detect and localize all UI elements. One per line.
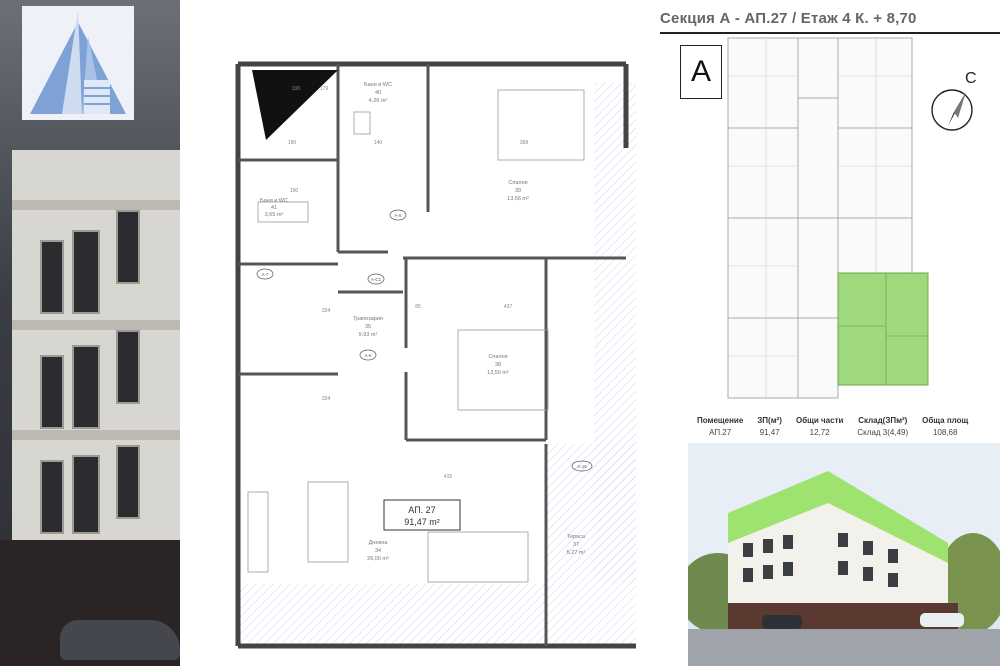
room-code: 39: [515, 188, 521, 194]
building-render: [688, 443, 1000, 666]
door-tag: A-6: [364, 353, 372, 358]
header-underline: [660, 32, 1000, 34]
dimension-label: 190: [292, 86, 301, 92]
room-name: Трапезария: [353, 316, 383, 322]
room-area: 26,00 m²: [367, 556, 389, 562]
car: [60, 620, 180, 660]
room-name: Баня и WC: [364, 82, 392, 88]
page-title: Секция А - АП.27 / Етаж 4 К. + 8,70: [660, 10, 917, 27]
dimension-label: 368: [520, 140, 529, 146]
room-area: 9,93 m²: [359, 332, 378, 338]
table-header: Склад(ЗПм²): [858, 416, 908, 425]
loggia-hatch: [546, 444, 636, 584]
room-area: 13,50 m²: [487, 370, 509, 376]
room-area: 4,26 m²: [369, 98, 388, 104]
window: [116, 445, 140, 519]
table-header: Помещение: [697, 416, 744, 425]
table-header: Общи части: [795, 416, 844, 425]
window: [40, 240, 64, 314]
table-header: ЗП(м²): [757, 416, 782, 425]
table-cell: 108,68: [932, 428, 958, 437]
door-tag: A-7: [261, 272, 269, 277]
dimension-label: 190: [288, 140, 297, 146]
window: [72, 345, 100, 429]
table-cell: АП.27: [709, 428, 732, 437]
dimension-label: 415: [444, 474, 453, 480]
dimension-label: 190: [290, 188, 299, 194]
room-name: Спалня: [488, 354, 507, 360]
floor-plan: Баня и WC 40 4,26 m² Баня и WC 41 3,65 m…: [235, 61, 636, 649]
room-area: 13,56 m²: [507, 196, 529, 202]
highlighted-apartment: [837, 272, 929, 386]
key-plan: [727, 37, 929, 399]
table-row: АП.27 91,47 12,72 Склад 3(4,49) 108,68: [690, 427, 975, 438]
window: [40, 355, 64, 429]
facade-band: [12, 200, 180, 210]
north-arrow-icon: [931, 89, 973, 131]
dimension-label: 179: [320, 86, 329, 92]
door-tag: A-15: [577, 464, 587, 469]
section-badge: A: [680, 45, 722, 99]
room-code: 34: [375, 548, 381, 554]
apartment-area: 91,47 m²: [404, 517, 440, 527]
window: [116, 330, 140, 404]
dimension-label: 85: [415, 304, 421, 310]
company-logo: [22, 6, 134, 120]
dimension-label: 437: [504, 304, 513, 310]
page-header: Секция А - АП.27 / Етаж 4 К. + 8,70: [660, 10, 1000, 34]
room-code: 37: [573, 542, 579, 548]
room-area: 3,65 m²: [265, 212, 284, 218]
window: [40, 460, 64, 534]
balcony-hatch: [238, 584, 636, 646]
room-name: Тераса: [567, 534, 586, 540]
table-header: Обща площ: [922, 416, 969, 425]
table-header-row: Помещение ЗП(м²) Общи части Склад(ЗПм²) …: [690, 414, 975, 427]
area-summary-table: Помещение ЗП(м²) Общи части Склад(ЗПм²) …: [690, 414, 975, 438]
door-tag: A-5: [394, 213, 402, 218]
room-name: Спалня: [508, 180, 527, 186]
building-photo-left: [0, 0, 180, 666]
compass-label: C: [965, 70, 977, 87]
door-tag: A-C1: [371, 277, 382, 282]
room-name: Баня и WC: [260, 198, 288, 204]
window: [72, 230, 100, 314]
dimension-label: 324: [322, 396, 331, 402]
table-cell: 91,47: [759, 428, 780, 437]
facade-band: [12, 430, 180, 440]
window: [116, 210, 140, 284]
dimension-label: 324: [322, 308, 331, 314]
room-code: 38: [495, 362, 501, 368]
room-area: 5,27 m²: [567, 550, 586, 556]
facade-band: [12, 320, 180, 330]
window: [72, 455, 100, 534]
dimension-label: 140: [374, 140, 383, 146]
stairwell-shaft: [252, 70, 338, 140]
room-code: 35: [365, 324, 371, 330]
room-code: 41: [271, 205, 277, 211]
room-code: 40: [375, 90, 381, 96]
table-cell: Склад 3(4,49): [857, 428, 909, 437]
table-cell: 12,72: [809, 428, 830, 437]
apartment-label: АП. 27: [408, 505, 435, 515]
room-name: Дневна: [369, 540, 389, 546]
